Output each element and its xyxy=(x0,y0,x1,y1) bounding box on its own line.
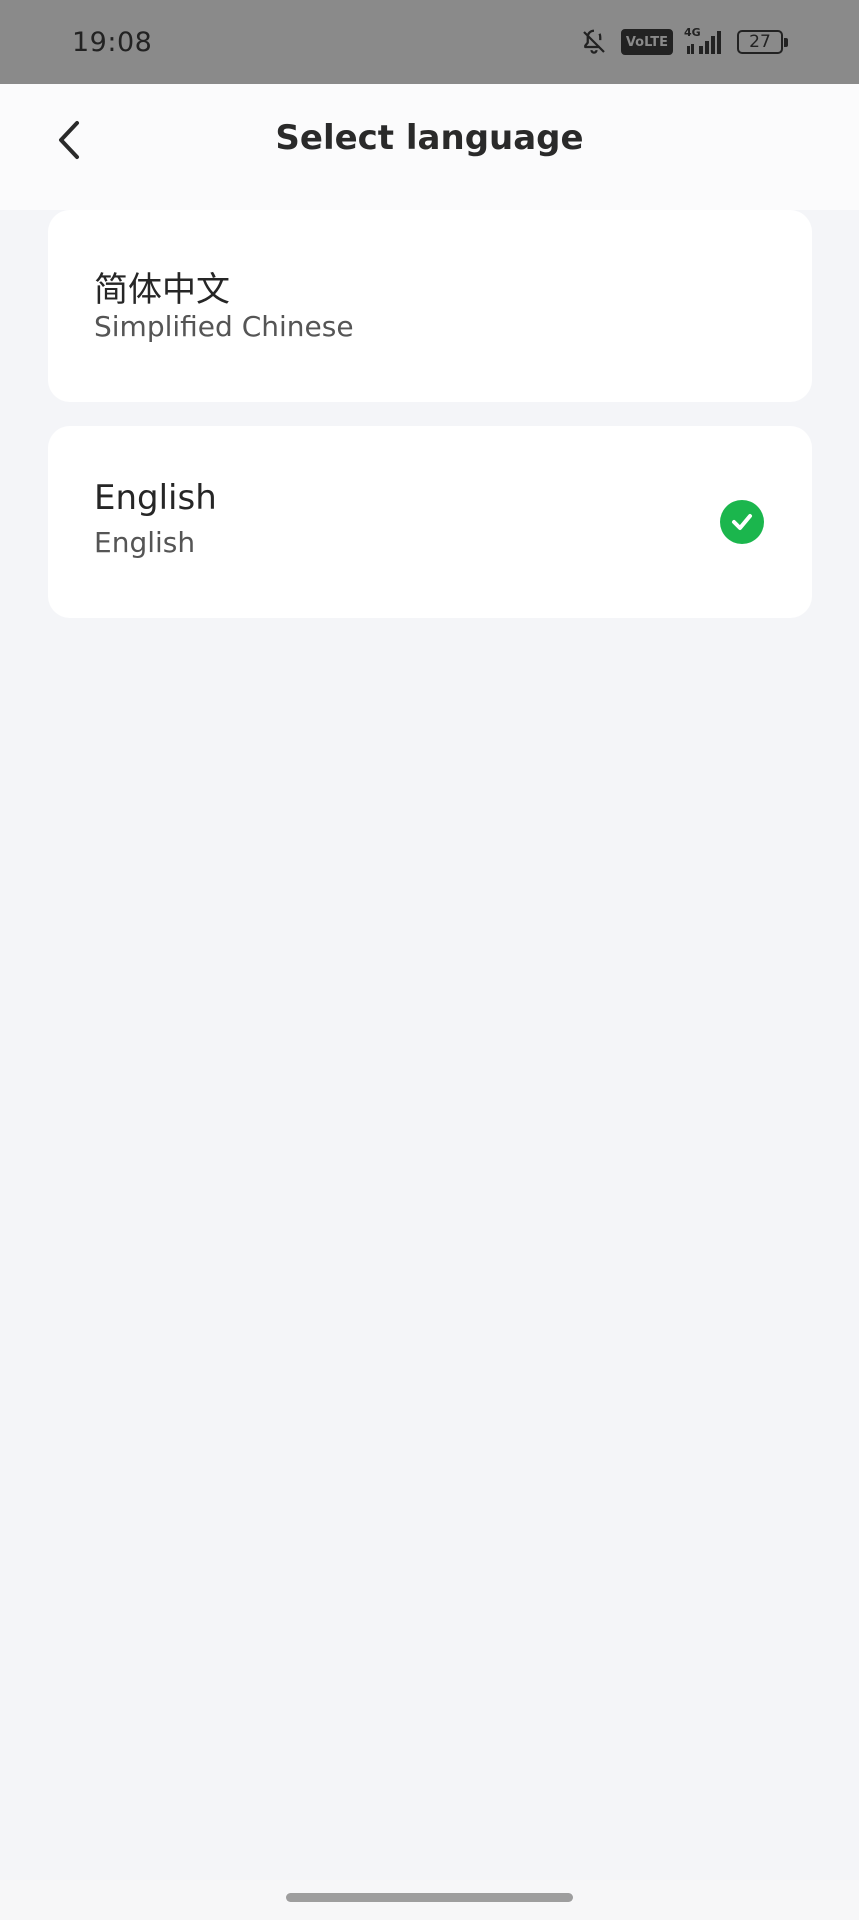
battery-icon: 27 xyxy=(737,30,788,54)
language-option-english[interactable]: English English xyxy=(48,426,812,618)
language-english-name: Simplified Chinese xyxy=(94,310,354,343)
status-time: 19:08 xyxy=(72,26,153,58)
battery-level: 27 xyxy=(749,32,771,52)
signal-icon: 4G xyxy=(684,26,725,56)
volte-badge: VoLTE xyxy=(620,29,673,55)
language-option-simplified-chinese[interactable]: 简体中文 Simplified Chinese xyxy=(48,210,812,402)
language-native-name: English xyxy=(94,478,217,518)
header: Select language xyxy=(0,84,859,210)
page-title: Select language xyxy=(275,118,584,158)
status-icons: VoLTE 4G 27 xyxy=(579,27,789,57)
home-indicator[interactable] xyxy=(286,1893,573,1902)
language-native-name: 简体中文 xyxy=(94,270,230,310)
network-type-label: 4G xyxy=(684,26,701,39)
selected-check-icon xyxy=(720,500,764,544)
language-english-name: English xyxy=(94,526,196,559)
bell-off-icon xyxy=(583,29,605,54)
status-bar: 19:08 VoLTE 4G 27 xyxy=(0,0,859,84)
